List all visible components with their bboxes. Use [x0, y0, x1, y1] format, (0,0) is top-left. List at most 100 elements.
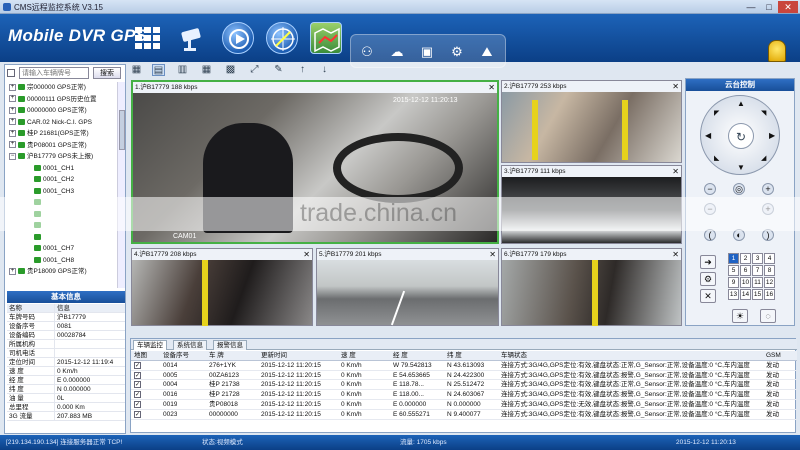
column-header[interactable]: 纬 度 [447, 351, 462, 361]
row-checkbox[interactable]: ✓ [134, 410, 141, 418]
layout-8-icon[interactable]: ▥ [176, 64, 189, 76]
ptz-downright-icon[interactable]: ◢ [761, 154, 766, 162]
column-header[interactable]: 经 度 [393, 351, 408, 361]
ptz-downleft-icon[interactable]: ◣ [714, 154, 719, 162]
expand-toggle-icon[interactable]: + [9, 95, 16, 103]
preset-set-icon[interactable]: ⚙ [700, 272, 716, 286]
tree-node[interactable]: 0001_CH7 [7, 243, 115, 255]
ptz-down-icon[interactable]: ▼ [737, 163, 745, 172]
book-icon[interactable]: ⛰ [477, 42, 497, 62]
tab-alarm-info[interactable]: 报警信息 [213, 340, 247, 350]
preset-number[interactable]: 2 [740, 253, 751, 264]
expand-toggle-icon[interactable]: + [9, 267, 16, 275]
tree-node[interactable]: + 宗000000 GPS正常) [7, 82, 115, 94]
video-close-icon[interactable]: ✕ [488, 82, 495, 93]
tree-node[interactable]: 0001_CH2 [7, 174, 115, 186]
ptz-direction-dial[interactable]: ▲ ▼ ◀ ▶ ◤ ◥ ◣ ◢ ↻ [700, 95, 780, 175]
preset-number[interactable]: 15 [752, 289, 763, 300]
preset-number[interactable]: 3 [752, 253, 763, 264]
tree-node[interactable]: + 贵P18009 GPS正常) [7, 266, 115, 278]
minimize-button[interactable]: — [742, 1, 760, 13]
search-checkbox[interactable] [7, 69, 15, 77]
table-row[interactable]: ✓ 0014 276+1YK 2015-12-12 11:20:15 0 Km/h W 7… [131, 361, 797, 371]
alarm-bell-icon[interactable] [768, 40, 786, 62]
expand-toggle-icon[interactable]: + [9, 106, 16, 114]
expand-toggle-icon[interactable]: + [9, 141, 16, 149]
tree-node[interactable]: + 桂P 21681(GPS正常) [7, 128, 115, 140]
video-pane-5[interactable]: 5.沪B17779 201 kbps ✕ [316, 248, 499, 326]
preset-number[interactable]: 14 [740, 289, 751, 300]
table-row[interactable]: ✓ 0023 00000000 2015-12-12 11:20:15 0 Km/h E … [131, 410, 797, 420]
tree-node[interactable]: + CAR.02 Nick-C.I. GPS [7, 117, 115, 129]
wiper-icon[interactable]: ◌ [760, 309, 776, 323]
video-close-icon[interactable]: ✕ [303, 249, 310, 260]
preset-number[interactable]: 5 [728, 265, 739, 276]
layout-6-icon[interactable]: ▤ [152, 64, 165, 76]
preset-number[interactable]: 1 [728, 253, 739, 264]
layout-16-icon[interactable]: ▩ [224, 64, 237, 76]
column-header[interactable]: 车 牌 [209, 351, 224, 361]
tab-system-info[interactable]: 系统信息 [173, 340, 207, 350]
expand-toggle-icon[interactable]: + [9, 118, 16, 126]
gps-track-icon[interactable] [266, 22, 298, 54]
arrow-up-icon[interactable]: ↑ [296, 64, 309, 76]
camera-icon[interactable] [176, 22, 208, 54]
arrow-down-icon[interactable]: ↓ [318, 64, 331, 76]
expand-toggle-icon[interactable]: − [9, 152, 16, 160]
column-header[interactable]: 更新时间 [261, 351, 287, 361]
preset-delete-icon[interactable]: ✕ [700, 289, 716, 303]
tree-node[interactable]: 0001_CH8 [7, 255, 115, 267]
map-icon[interactable] [310, 22, 342, 54]
video-grid-icon[interactable] [132, 22, 164, 54]
tab-vehicle-monitor[interactable]: 车辆监控 [133, 340, 167, 350]
video-close-icon[interactable]: ✕ [672, 166, 679, 177]
ptz-auto-icon[interactable]: ↻ [728, 123, 754, 149]
tree-node[interactable]: + 贵P08001 GPS正常) [7, 140, 115, 152]
row-checkbox[interactable]: ✓ [134, 371, 141, 379]
preset-number[interactable]: 8 [764, 265, 775, 276]
ptz-left-icon[interactable]: ◀ [705, 131, 711, 140]
ptz-upleft-icon[interactable]: ◤ [714, 109, 719, 117]
zoom-out-icon[interactable]: − [704, 183, 716, 195]
column-header[interactable]: 设备序号 [163, 351, 189, 361]
expand-toggle-icon[interactable]: + [9, 129, 16, 137]
monitor-icon[interactable]: ▣ [417, 42, 437, 62]
video-close-icon[interactable]: ✕ [672, 249, 679, 260]
row-checkbox[interactable]: ✓ [134, 391, 141, 399]
tree-node[interactable]: +00000000 GPS正常) [7, 105, 115, 117]
tree-scrollbar[interactable] [117, 82, 125, 288]
ptz-right-icon[interactable]: ▶ [769, 131, 775, 140]
column-header[interactable]: 车辆状态 [501, 351, 527, 361]
column-header[interactable]: 地图 [134, 351, 147, 361]
tree-node[interactable]: − 沪B17779 GPS未上报) [7, 151, 115, 163]
video-pane-2[interactable]: 2.沪B17779 253 kbps ✕ [501, 80, 682, 163]
tree-node[interactable]: 0001_CH3 [7, 186, 115, 198]
preset-go-icon[interactable]: ➜ [700, 255, 716, 269]
layout-9-icon[interactable]: ▦ [200, 64, 213, 76]
preset-number[interactable]: 7 [752, 265, 763, 276]
row-checkbox[interactable]: ✓ [134, 381, 141, 389]
preset-number[interactable]: 12 [764, 277, 775, 288]
row-checkbox[interactable]: ✓ [134, 400, 141, 408]
video-pane-6[interactable]: 6.沪B17779 179 kbps ✕ [501, 248, 682, 326]
user-group-icon[interactable]: ⚇ [357, 42, 377, 62]
preset-number[interactable]: 6 [740, 265, 751, 276]
video-close-icon[interactable]: ✕ [672, 81, 679, 92]
maximize-button[interactable]: □ [760, 1, 778, 13]
ptz-up-icon[interactable]: ▲ [737, 99, 745, 108]
table-row[interactable]: ✓ 0004 桂P 21738 2015-12-12 11:20:15 0 Km/h E … [131, 380, 797, 391]
cloud-icon[interactable]: ☁ [387, 42, 407, 62]
tree-node[interactable]: 0001_CH1 [7, 163, 115, 175]
tree-node[interactable]: +00000111 GPS历史位置 [7, 94, 115, 106]
tree-node[interactable] [7, 232, 115, 244]
preset-number[interactable]: 9 [728, 277, 739, 288]
column-header[interactable]: GSM [766, 351, 781, 361]
close-button[interactable]: ✕ [778, 1, 798, 13]
pin-icon[interactable]: ✎ [272, 64, 285, 76]
video-pane-4[interactable]: 4.沪B17779 208 kbps ✕ [131, 248, 313, 326]
row-checkbox[interactable]: ✓ [134, 361, 141, 369]
preset-number[interactable]: 11 [752, 277, 763, 288]
preset-number[interactable]: 16 [764, 289, 775, 300]
table-row[interactable]: ✓ 0005 00ZA6123 2015-12-12 11:20:15 0 Km/h E … [131, 371, 797, 381]
search-button[interactable]: 搜索 [93, 67, 121, 79]
